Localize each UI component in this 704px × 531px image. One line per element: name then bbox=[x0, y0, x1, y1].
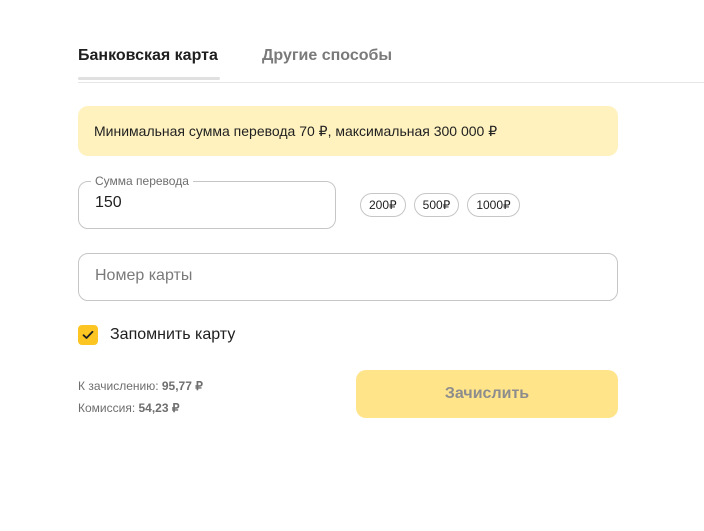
fee-value: 54,23 ₽ bbox=[138, 401, 180, 415]
fee-row: Комиссия: 54,23 ₽ bbox=[78, 397, 203, 419]
limits-banner: Минимальная сумма перевода 70 ₽, максима… bbox=[78, 106, 618, 156]
amount-input[interactable] bbox=[95, 194, 315, 212]
fee-label: Комиссия: bbox=[78, 401, 136, 415]
transfer-summary: К зачислению: 95,77 ₽ Комиссия: 54,23 ₽ bbox=[78, 375, 203, 419]
amount-field[interactable]: Сумма перевода bbox=[78, 174, 336, 229]
credit-amount-label: К зачислению: bbox=[78, 379, 159, 393]
card-number-input[interactable] bbox=[95, 267, 595, 285]
remember-card-label: Запомнить карту bbox=[110, 326, 236, 343]
checkmark-icon bbox=[82, 330, 94, 339]
quick-amount-200[interactable]: 200₽ bbox=[360, 193, 406, 217]
remember-card-checkbox[interactable] bbox=[78, 325, 98, 345]
card-number-field[interactable] bbox=[78, 253, 618, 301]
quick-amount-1000[interactable]: 1000₽ bbox=[467, 193, 520, 217]
quick-amount-chips: 200₽ 500₽ 1000₽ bbox=[360, 193, 520, 217]
credit-amount-row: К зачислению: 95,77 ₽ bbox=[78, 375, 203, 397]
limits-banner-text: Минимальная сумма перевода 70 ₽, максима… bbox=[94, 122, 498, 139]
quick-amount-500[interactable]: 500₽ bbox=[413, 193, 460, 217]
remember-card-toggle[interactable]: Запомнить карту bbox=[78, 325, 235, 345]
payment-method-tabs: Банковская карта Другие способы bbox=[78, 46, 704, 83]
submit-button[interactable]: Зачислить bbox=[356, 370, 618, 418]
amount-label: Сумма перевода bbox=[91, 174, 193, 188]
tab-bank-card[interactable]: Банковская карта bbox=[78, 46, 220, 80]
payment-form: Банковская карта Другие способы Минималь… bbox=[0, 0, 704, 531]
tab-other-methods[interactable]: Другие способы bbox=[262, 46, 392, 80]
credit-amount-value: 95,77 ₽ bbox=[161, 379, 203, 393]
